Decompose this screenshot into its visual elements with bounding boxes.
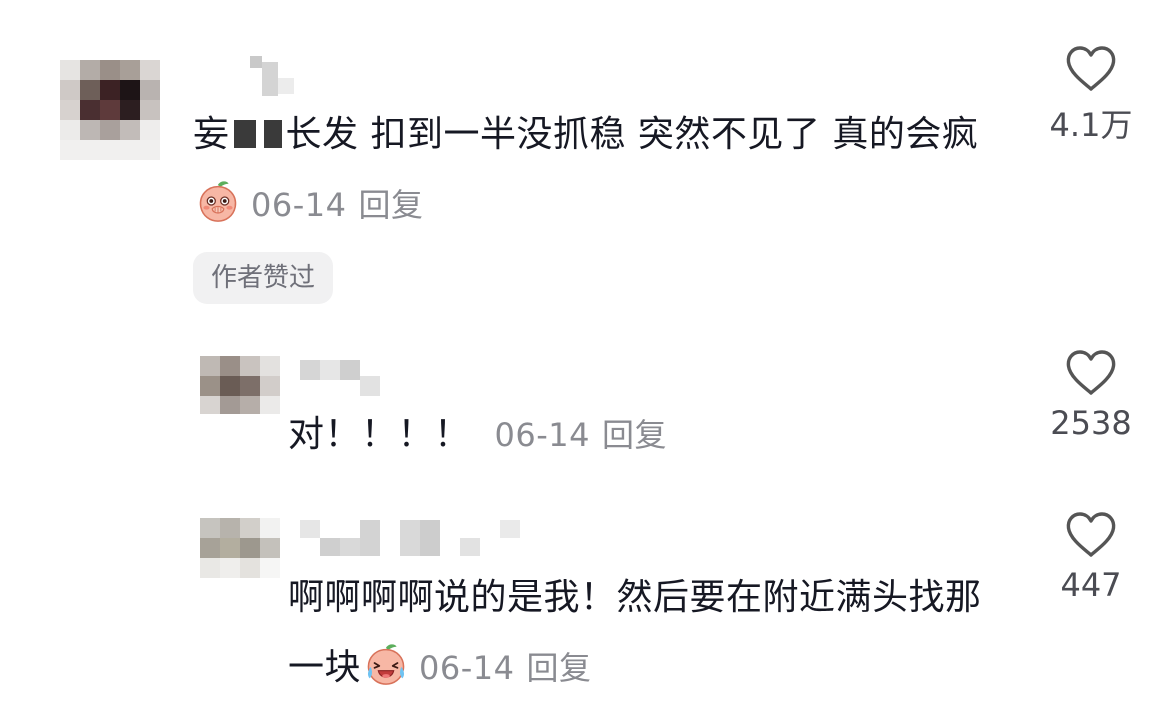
avatar[interactable]: [60, 60, 160, 160]
comment-date: 06-14: [494, 416, 590, 454]
heart-outline-icon: [1066, 512, 1116, 557]
like-button[interactable]: 447: [1031, 510, 1151, 604]
avatar[interactable]: [200, 518, 280, 578]
comment-text: 啊啊啊啊说的是我！然后要在附近满头找那一块 06-14 回复: [288, 577, 982, 688]
peach-covering-mouth-emoji: [199, 181, 237, 222]
username-blurred[interactable]: [240, 50, 300, 96]
username-blurred[interactable]: [300, 360, 390, 396]
obscured-prefix: 妄: [193, 114, 286, 155]
comment-date: 06-14: [251, 186, 347, 224]
username-blurred[interactable]: [300, 520, 520, 556]
comment-date: 06-14: [419, 649, 515, 687]
like-count: 2538: [1050, 404, 1132, 442]
like-button[interactable]: 2538: [1031, 348, 1151, 442]
like-count: 4.1万: [1049, 106, 1133, 144]
heart-outline-icon: [1066, 350, 1116, 395]
reply-button[interactable]: 回复: [527, 649, 592, 687]
like-button[interactable]: 4.1万: [1031, 44, 1151, 146]
like-count: 447: [1060, 566, 1122, 604]
comment-text: 妄长发 扣到一半没抓稳 突然不见了 真的会疯 06-14 回复: [193, 114, 979, 224]
heart-outline-icon: [1066, 46, 1116, 91]
avatar[interactable]: [200, 356, 280, 414]
reply-button[interactable]: 回复: [602, 416, 667, 454]
comment-text: 对！！！！ 06-14 回复: [288, 414, 668, 455]
peach-laughing-crying-emoji: [367, 644, 405, 685]
author-liked-badge: 作者赞过: [193, 252, 334, 304]
reply-button[interactable]: 回复: [358, 186, 423, 224]
